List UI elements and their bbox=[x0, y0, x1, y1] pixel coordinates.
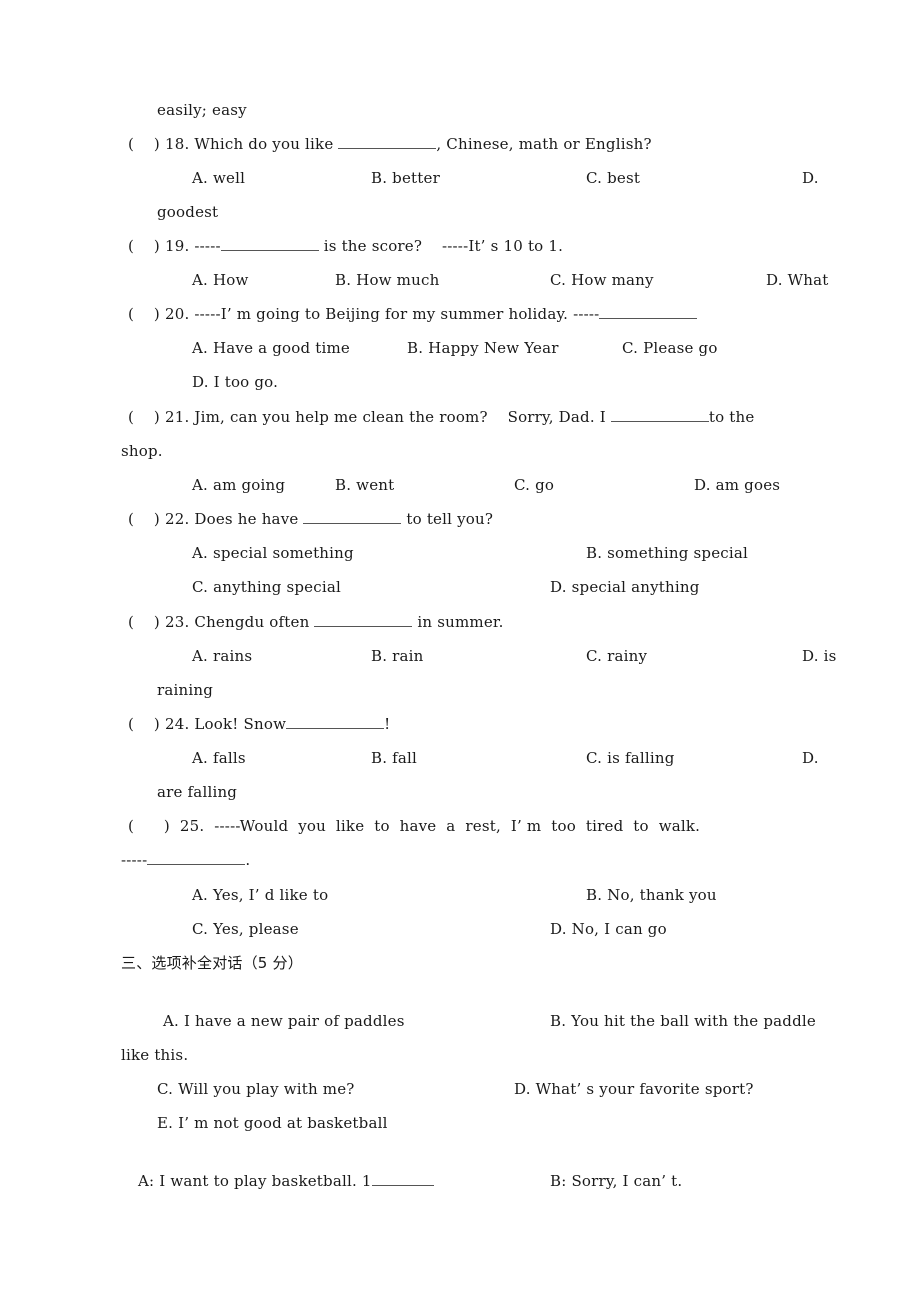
question-stem: ----- bbox=[194, 237, 221, 255]
dialogue-option-d: D. What’ s your favorite sport? bbox=[514, 1080, 754, 1098]
answer-bracket[interactable]: ( ) bbox=[128, 510, 160, 528]
question-25: ( ) 25. -----Would you like to have a re… bbox=[128, 816, 700, 836]
answer-blank-1[interactable] bbox=[371, 1171, 434, 1186]
question-stem: ----- bbox=[121, 851, 148, 869]
question-number: 25. bbox=[179, 817, 205, 835]
question-number: 21. bbox=[164, 408, 190, 426]
question-19: ( ) 19. ----- is the score? -----It’ s 1… bbox=[128, 236, 563, 256]
answer-bracket[interactable]: ( ) bbox=[128, 613, 160, 631]
question-stem: Jim, can you help me clean the room? Sor… bbox=[194, 408, 611, 426]
question-stem: in summer. bbox=[412, 613, 504, 631]
question-number: 20. bbox=[164, 305, 190, 323]
option-b: B. fall bbox=[371, 749, 418, 767]
option-d: D. What bbox=[766, 271, 829, 289]
carryover-text: easily; easy bbox=[157, 101, 247, 119]
question-stem: to the bbox=[708, 408, 755, 426]
option-d-wrap: goodest bbox=[157, 203, 219, 221]
option-d: D. special anything bbox=[550, 578, 700, 596]
option-d-wrap: are falling bbox=[157, 783, 238, 801]
question-stem: to tell you? bbox=[401, 510, 494, 528]
question-stem: Which do you like bbox=[194, 135, 334, 153]
dialogue-option-a: A. I have a new pair of paddles bbox=[163, 1012, 405, 1030]
answer-blank[interactable] bbox=[220, 236, 319, 251]
option-b: B. went bbox=[335, 476, 395, 494]
question-23: ( ) 23. Chengdu often in summer. bbox=[128, 612, 504, 632]
answer-bracket[interactable]: ( ) bbox=[128, 305, 160, 323]
option-d: D. bbox=[802, 749, 819, 767]
dialogue-option-b-wrap: like this. bbox=[121, 1046, 189, 1064]
question-stem: is the score? -----It’ s 10 to 1. bbox=[318, 237, 564, 255]
question-stem: ! bbox=[384, 715, 391, 733]
option-d: D. am goes bbox=[694, 476, 781, 494]
option-b: B. rain bbox=[371, 647, 424, 665]
option-d: D. I too go. bbox=[192, 373, 279, 391]
option-a: A. well bbox=[192, 169, 246, 187]
question-number: 19. bbox=[164, 237, 190, 255]
question-number: 22. bbox=[164, 510, 190, 528]
question-stem-wrap: shop. bbox=[121, 442, 163, 460]
option-c: C. Please go bbox=[622, 339, 718, 357]
answer-bracket[interactable]: ( ) bbox=[128, 817, 170, 835]
option-a: A. special something bbox=[192, 544, 354, 562]
answer-blank[interactable] bbox=[610, 407, 709, 422]
option-a: A. Have a good time bbox=[192, 339, 350, 357]
question-number: 23. bbox=[164, 613, 190, 631]
option-c: C. go bbox=[514, 476, 555, 494]
question-18: ( ) 18. Which do you like , Chinese, mat… bbox=[128, 134, 652, 154]
option-d: D. No, I can go bbox=[550, 920, 667, 938]
question-stem: Look! Snow bbox=[194, 715, 287, 733]
option-c: C. is falling bbox=[586, 749, 675, 767]
answer-bracket[interactable]: ( ) bbox=[128, 715, 160, 733]
question-22: ( ) 22. Does he have to tell you? bbox=[128, 509, 493, 529]
option-c: C. best bbox=[586, 169, 641, 187]
option-a: A. rains bbox=[192, 647, 253, 665]
option-a: A. am going bbox=[192, 476, 286, 494]
answer-blank[interactable] bbox=[286, 714, 385, 729]
question-24: ( ) 24. Look! Snow! bbox=[128, 714, 390, 734]
question-stem: Does he have bbox=[194, 510, 304, 528]
question-20: ( ) 20. -----I’ m going to Beijing for m… bbox=[128, 304, 698, 324]
section-heading: 三、选项补全对话（5 分） bbox=[121, 954, 303, 972]
dialogue-option-b: B. You hit the ball with the paddle bbox=[550, 1012, 816, 1030]
option-c: C. How many bbox=[550, 271, 654, 289]
answer-blank[interactable] bbox=[314, 612, 413, 627]
dialogue-line-a: A: I want to play basketball. 1 bbox=[138, 1171, 434, 1191]
answer-blank[interactable] bbox=[303, 509, 402, 524]
question-stem-wrap: -----. bbox=[121, 850, 250, 870]
option-b: B. Happy New Year bbox=[407, 339, 559, 357]
option-c: C. anything special bbox=[192, 578, 341, 596]
option-a: A. Yes, I’ d like to bbox=[192, 886, 329, 904]
answer-blank[interactable] bbox=[338, 134, 437, 149]
answer-blank[interactable] bbox=[599, 304, 698, 319]
question-number: 18. bbox=[164, 135, 190, 153]
dialogue-line-b: B: Sorry, I can’ t. bbox=[550, 1172, 683, 1190]
dialogue-option-e: E. I’ m not good at basketball bbox=[157, 1114, 388, 1132]
option-d: D. is bbox=[802, 647, 837, 665]
dialogue-text: A: I want to play basketball. 1 bbox=[138, 1172, 372, 1190]
option-b: B. How much bbox=[335, 271, 440, 289]
option-d-wrap: raining bbox=[157, 681, 214, 699]
dialogue-option-c: C. Will you play with me? bbox=[157, 1080, 355, 1098]
option-a: A. falls bbox=[192, 749, 246, 767]
question-stem: -----Would you like to have a rest, I’ m… bbox=[214, 817, 701, 835]
option-c: C. rainy bbox=[586, 647, 648, 665]
option-b: B. something special bbox=[586, 544, 749, 562]
answer-bracket[interactable]: ( ) bbox=[128, 408, 160, 426]
option-c: C. Yes, please bbox=[192, 920, 299, 938]
question-stem: -----I’ m going to Beijing for my summer… bbox=[194, 305, 600, 323]
option-d: D. bbox=[802, 169, 819, 187]
question-stem: , Chinese, math or English? bbox=[436, 135, 652, 153]
answer-bracket[interactable]: ( ) bbox=[128, 135, 160, 153]
question-stem: Chengdu often bbox=[194, 613, 315, 631]
answer-bracket[interactable]: ( ) bbox=[128, 237, 160, 255]
question-21: ( ) 21. Jim, can you help me clean the r… bbox=[128, 407, 754, 427]
answer-blank[interactable] bbox=[147, 850, 246, 865]
option-a: A. How bbox=[192, 271, 249, 289]
question-number: 24. bbox=[164, 715, 190, 733]
question-stem: . bbox=[245, 851, 251, 869]
option-b: B. No, thank you bbox=[586, 886, 717, 904]
option-b: B. better bbox=[371, 169, 440, 187]
